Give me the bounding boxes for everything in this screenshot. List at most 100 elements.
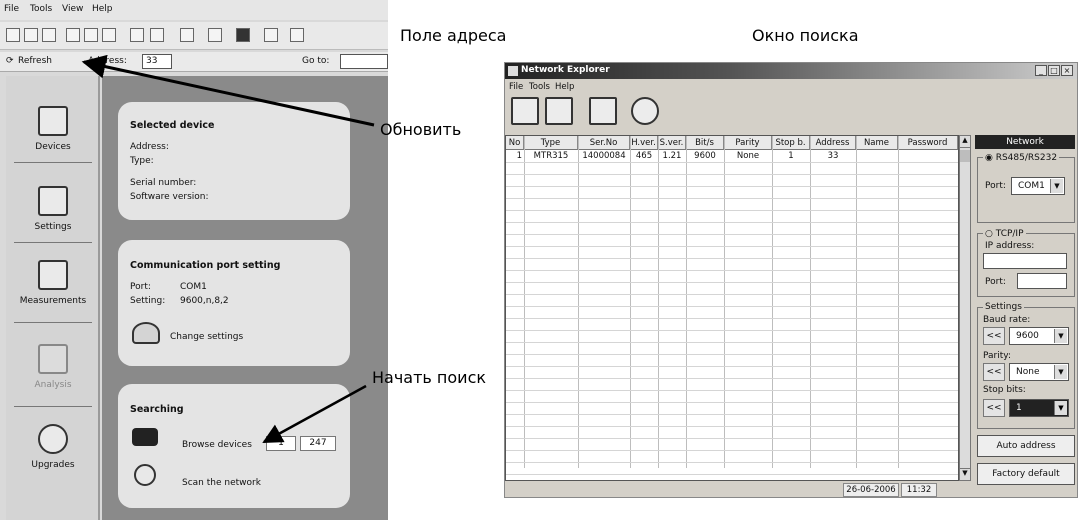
col-header-name[interactable]: Name <box>856 136 898 150</box>
row-line <box>506 246 958 247</box>
col-header-no[interactable]: No <box>506 136 524 150</box>
minimize-icon[interactable]: _ <box>1035 65 1047 76</box>
rs-port-label: Port: <box>985 181 1006 191</box>
row-line <box>506 402 958 403</box>
refresh-arrow <box>81 54 375 127</box>
nw-menu-help[interactable]: Help <box>555 82 574 92</box>
close-icon[interactable]: × <box>1061 65 1073 76</box>
col-header-serno[interactable]: Ser.No <box>578 136 630 150</box>
col-header-hver[interactable]: H.ver. <box>630 136 658 150</box>
row-line <box>506 258 958 259</box>
row-line <box>506 354 958 355</box>
nw-menu-file[interactable]: File <box>509 82 523 92</box>
tcp-port-input[interactable] <box>1017 273 1067 289</box>
cell-password[interactable] <box>898 150 958 162</box>
search-arrow <box>262 384 367 444</box>
window-title: Network Explorer <box>521 65 610 75</box>
stop-bits-select[interactable]: 1 ▼ <box>1009 399 1069 417</box>
row-line <box>506 234 958 235</box>
row-line <box>506 462 958 463</box>
baud-rate-value: 9600 <box>1016 331 1039 341</box>
row-line <box>506 438 958 439</box>
row-line <box>506 186 958 187</box>
devices-table: No Type Ser.No H.ver. S.ver. Bit/s Parit… <box>505 135 959 481</box>
row-line <box>506 390 958 391</box>
title-bar: Network Explorer _ □ × <box>505 63 1077 79</box>
cell-no: 1 <box>516 151 522 161</box>
status-date: 26-06-2006 <box>843 483 899 497</box>
row-line <box>506 210 958 211</box>
nw-menu-tools[interactable]: Tools <box>529 82 550 92</box>
row-line <box>506 342 958 343</box>
stop-prev-button[interactable]: << <box>983 399 1005 417</box>
baud-rate-select[interactable]: 9600 ▼ <box>1009 327 1069 345</box>
tcpip-label: TCP/IP <box>995 229 1024 239</box>
chevron-down-icon: ▼ <box>1054 365 1067 379</box>
cell-name[interactable] <box>856 150 898 162</box>
help-book-icon[interactable] <box>631 97 659 125</box>
scroll-thumb[interactable] <box>960 150 970 162</box>
network-panel-title: Network <box>975 135 1075 149</box>
row-line <box>506 474 958 475</box>
col-header-sver[interactable]: S.ver. <box>658 136 686 150</box>
annotation-start-search: Начать поиск <box>372 368 487 387</box>
row-line <box>506 294 958 295</box>
row-line <box>506 378 958 379</box>
annotation-search-window: Окно поиска <box>752 26 859 45</box>
row-line <box>506 162 958 163</box>
col-header-parity[interactable]: Parity <box>724 136 772 150</box>
search-devices-icon[interactable] <box>511 97 539 125</box>
factory-default-button[interactable]: Factory default <box>977 463 1075 485</box>
row-line <box>506 330 958 331</box>
row-line <box>506 174 958 175</box>
row-line <box>506 270 958 271</box>
annotation-refresh: Обновить <box>380 120 462 139</box>
rs485-radio[interactable]: ◉ RS485/RS232 <box>983 153 1060 163</box>
cell-sver: 1.21 <box>662 151 682 161</box>
row-line <box>506 426 958 427</box>
maximize-icon[interactable]: □ <box>1048 65 1060 76</box>
network-config-icon[interactable] <box>589 97 617 125</box>
connect-device-icon[interactable] <box>545 97 573 125</box>
chevron-down-icon: ▼ <box>1054 401 1067 415</box>
parity-label: Parity: <box>983 351 1011 361</box>
row-line <box>506 282 958 283</box>
annotation-address-field: Поле адреса <box>400 26 507 45</box>
cell-parity: None <box>736 151 760 161</box>
rs-port-value: COM1 <box>1018 181 1045 191</box>
col-header-type[interactable]: Type <box>524 136 578 150</box>
rs485-label: RS485/RS232 <box>995 153 1058 163</box>
tcpip-radio[interactable]: ○ TCP/IP <box>983 229 1026 239</box>
rs-port-select[interactable]: COM1 ▼ <box>1011 177 1065 195</box>
parity-select[interactable]: None ▼ <box>1009 363 1069 381</box>
ip-address-label: IP address: <box>985 241 1035 251</box>
row-line <box>506 318 958 319</box>
table-scrollbar[interactable]: ▲ ▼ <box>959 135 971 481</box>
baud-prev-button[interactable]: << <box>983 327 1005 345</box>
scroll-down-icon[interactable]: ▼ <box>960 468 970 480</box>
cell-address: 33 <box>827 151 839 161</box>
status-time: 11:32 <box>901 483 937 497</box>
tcp-port-label: Port: <box>985 277 1006 287</box>
row-line <box>506 414 958 415</box>
parity-value: None <box>1016 367 1040 377</box>
baud-rate-label: Baud rate: <box>983 315 1031 325</box>
cell-bits: 9600 <box>694 151 716 161</box>
row-line <box>506 306 958 307</box>
col-header-bits[interactable]: Bit/s <box>686 136 724 150</box>
col-header-stop[interactable]: Stop b. <box>772 136 810 150</box>
settings-group-label: Settings <box>983 302 1024 312</box>
row-line <box>506 450 958 451</box>
row-line <box>506 198 958 199</box>
chevron-down-icon: ▼ <box>1050 179 1063 193</box>
col-header-password[interactable]: Password <box>898 136 958 150</box>
row-line <box>506 222 958 223</box>
col-header-address[interactable]: Address <box>810 136 856 150</box>
scroll-up-icon[interactable]: ▲ <box>960 136 970 148</box>
parity-prev-button[interactable]: << <box>983 363 1005 381</box>
app-icon <box>508 66 518 76</box>
cell-type: MTR315 <box>533 151 569 161</box>
ip-address-input[interactable] <box>983 253 1067 269</box>
auto-address-button[interactable]: Auto address <box>977 435 1075 457</box>
cell-serno: 14000084 <box>582 151 626 161</box>
